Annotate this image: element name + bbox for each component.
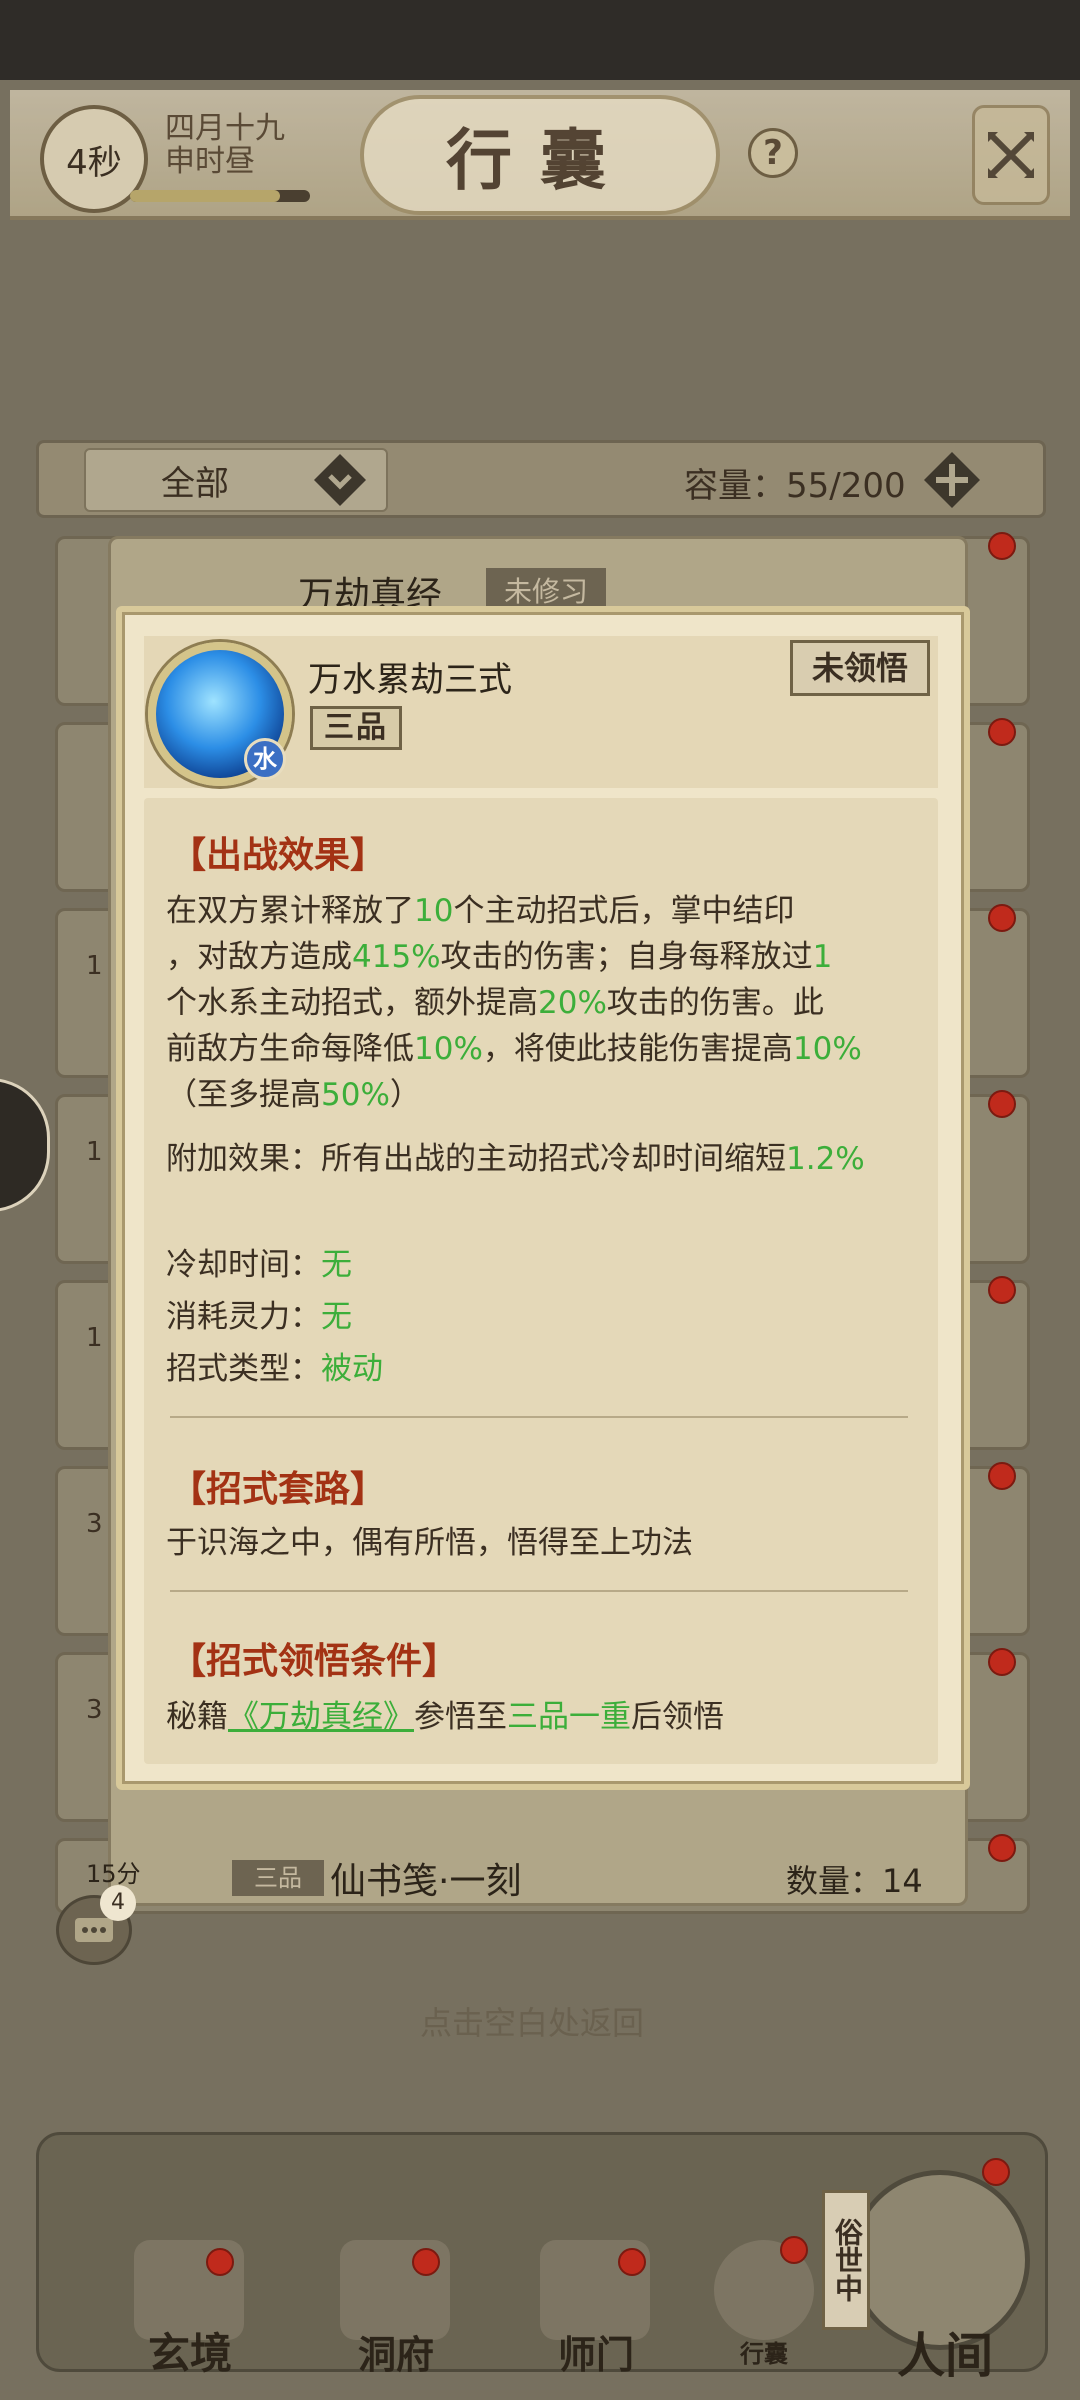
effect-line: 前敌方生命每降低10%，将使此技能伤害提高10%: [166, 1026, 926, 1072]
row-count: 1: [86, 951, 103, 981]
effect-text: 个水系主动招式，额外提高: [166, 985, 538, 1021]
condition-text: 秘籍: [166, 1699, 228, 1735]
time-progress-fill: [130, 190, 280, 202]
game-date: 四月十九 申时昼: [165, 112, 315, 178]
effect-value: 10: [414, 893, 454, 929]
effect-text: ，对敌方造成: [166, 939, 352, 975]
battle-effect-text: 在双方累计释放了10个主动招式后，掌中结印 ，对敌方造成415%攻击的伤害；自身…: [166, 888, 926, 1118]
tap-to-return-hint[interactable]: 点击空白处返回: [420, 1998, 644, 2044]
notification-dot: [988, 1276, 1016, 1304]
backdrop-item-quantity: 数量：14: [786, 1862, 923, 1900]
notification-dot: [988, 1090, 1016, 1118]
backdrop-item-name: 仙书笺·一刻: [330, 1861, 522, 1902]
condition-text: 秘籍《万劫真经》参悟至三品一重后领悟: [166, 1694, 926, 1740]
effect-text: 前敌方生命每降低: [166, 1031, 414, 1067]
effect-value: 50%: [321, 1077, 390, 1113]
extra-effect: 附加效果：所有出战的主动招式冷却时间缩短1.2%: [166, 1136, 906, 1182]
page-title: 行囊: [360, 95, 720, 215]
cost-label: 消耗灵力：: [166, 1299, 321, 1335]
effect-text: 攻击的伤害；自身每释放过: [440, 939, 813, 975]
effect-value: 415%: [352, 939, 441, 975]
notification-dot: [988, 904, 1016, 932]
cooldown-row: 冷却时间：无: [166, 1242, 926, 1288]
notification-dot: [988, 1648, 1016, 1676]
grade-tag: 三品: [310, 706, 402, 750]
capacity-label: 容量：55/200: [684, 466, 906, 506]
skill-name: 万水累劫三式: [308, 660, 512, 700]
nav-sect[interactable]: 师门: [526, 2324, 666, 2379]
notification-dot: [988, 718, 1016, 746]
expand-capacity-icon[interactable]: [922, 450, 982, 510]
effect-value: 10%: [414, 1031, 483, 1067]
notification-dot: [412, 2248, 440, 2276]
dropdown-diamond-icon[interactable]: [312, 452, 368, 508]
effect-text: 攻击的伤害。此: [606, 985, 824, 1021]
type-value: 被动: [321, 1351, 383, 1387]
nav-cave[interactable]: 洞府: [326, 2324, 466, 2379]
notification-dot: [988, 532, 1016, 560]
condition-value: 三品一重: [507, 1699, 631, 1735]
date-day: 四月十九: [165, 111, 285, 146]
chat-unread-badge: 4: [100, 1885, 136, 1921]
section-condition-title: 【招式领悟条件】: [170, 1640, 459, 1682]
extra-effect-value: 1.2%: [786, 1141, 865, 1177]
backdrop-item-grade: 三品: [232, 1860, 324, 1896]
condition-text: 参悟至: [414, 1699, 507, 1735]
row-count: 1: [86, 1323, 103, 1353]
effect-text: ，将使此技能伤害提高: [482, 1031, 793, 1067]
realm-status-tag: 俗世中: [822, 2190, 870, 2330]
row-count: 3: [86, 1509, 103, 1539]
nav-bag[interactable]: 行囊: [704, 2334, 824, 2369]
nav-world[interactable]: 人间: [870, 2316, 1020, 2386]
section-divider: [170, 1416, 908, 1418]
close-icon: [988, 132, 1034, 178]
effect-line: ，对敌方造成415%攻击的伤害；自身每释放过1: [166, 934, 926, 980]
cost-row: 消耗灵力：无: [166, 1294, 926, 1340]
cooldown-value: 无: [321, 1247, 352, 1283]
effect-value: 1: [812, 939, 833, 975]
condition-text: 后领悟: [631, 1699, 724, 1735]
effect-text: 在双方累计释放了: [166, 893, 414, 929]
type-row: 招式类型：被动: [166, 1346, 926, 1392]
effect-text: （至多提高: [166, 1077, 321, 1113]
nav-realm[interactable]: 玄境: [120, 2320, 260, 2381]
notification-dot: [206, 2248, 234, 2276]
effect-line: （至多提高50%）: [166, 1072, 926, 1118]
notification-dot: [780, 2236, 808, 2264]
section-battle-effect-title: 【出战效果】: [170, 834, 387, 876]
row-count: 1: [86, 1137, 103, 1167]
row-count: 3: [86, 1695, 103, 1725]
help-button[interactable]: ?: [748, 128, 798, 178]
backdrop-item-count: 15分: [86, 1860, 141, 1888]
effect-text: 个主动招式后，掌中结印: [453, 893, 795, 929]
notification-dot: [988, 1834, 1016, 1862]
comprehension-status-tag: 未领悟: [790, 640, 930, 696]
effect-value: 10%: [792, 1031, 862, 1067]
notification-dot: [982, 2158, 1010, 2186]
effect-line: 在双方累计释放了10个主动招式后，掌中结印: [166, 888, 926, 934]
date-time: 申时昼: [165, 144, 255, 179]
extra-effect-label: 附加效果：所有出战的主动招式冷却时间缩短: [166, 1141, 786, 1177]
section-divider: [170, 1590, 908, 1592]
book-link[interactable]: 《万劫真经》: [228, 1699, 414, 1735]
close-button[interactable]: [972, 105, 1050, 205]
notification-dot: [988, 1462, 1016, 1490]
effect-line: 个水系主动招式，额外提高20%攻击的伤害。此: [166, 980, 926, 1026]
notification-dot: [618, 2248, 646, 2276]
section-routine-title: 【招式套路】: [170, 1468, 387, 1510]
effect-text: ）: [389, 1077, 421, 1113]
category-dropdown-value: 全部: [161, 463, 229, 504]
effect-value: 20%: [538, 985, 607, 1021]
cooldown-label: 冷却时间：: [166, 1247, 321, 1283]
type-label: 招式类型：: [166, 1351, 321, 1387]
routine-text: 于识海之中，偶有所悟，悟得至上功法: [166, 1525, 693, 1561]
element-badge: 水: [244, 738, 286, 780]
cost-value: 无: [321, 1299, 352, 1335]
